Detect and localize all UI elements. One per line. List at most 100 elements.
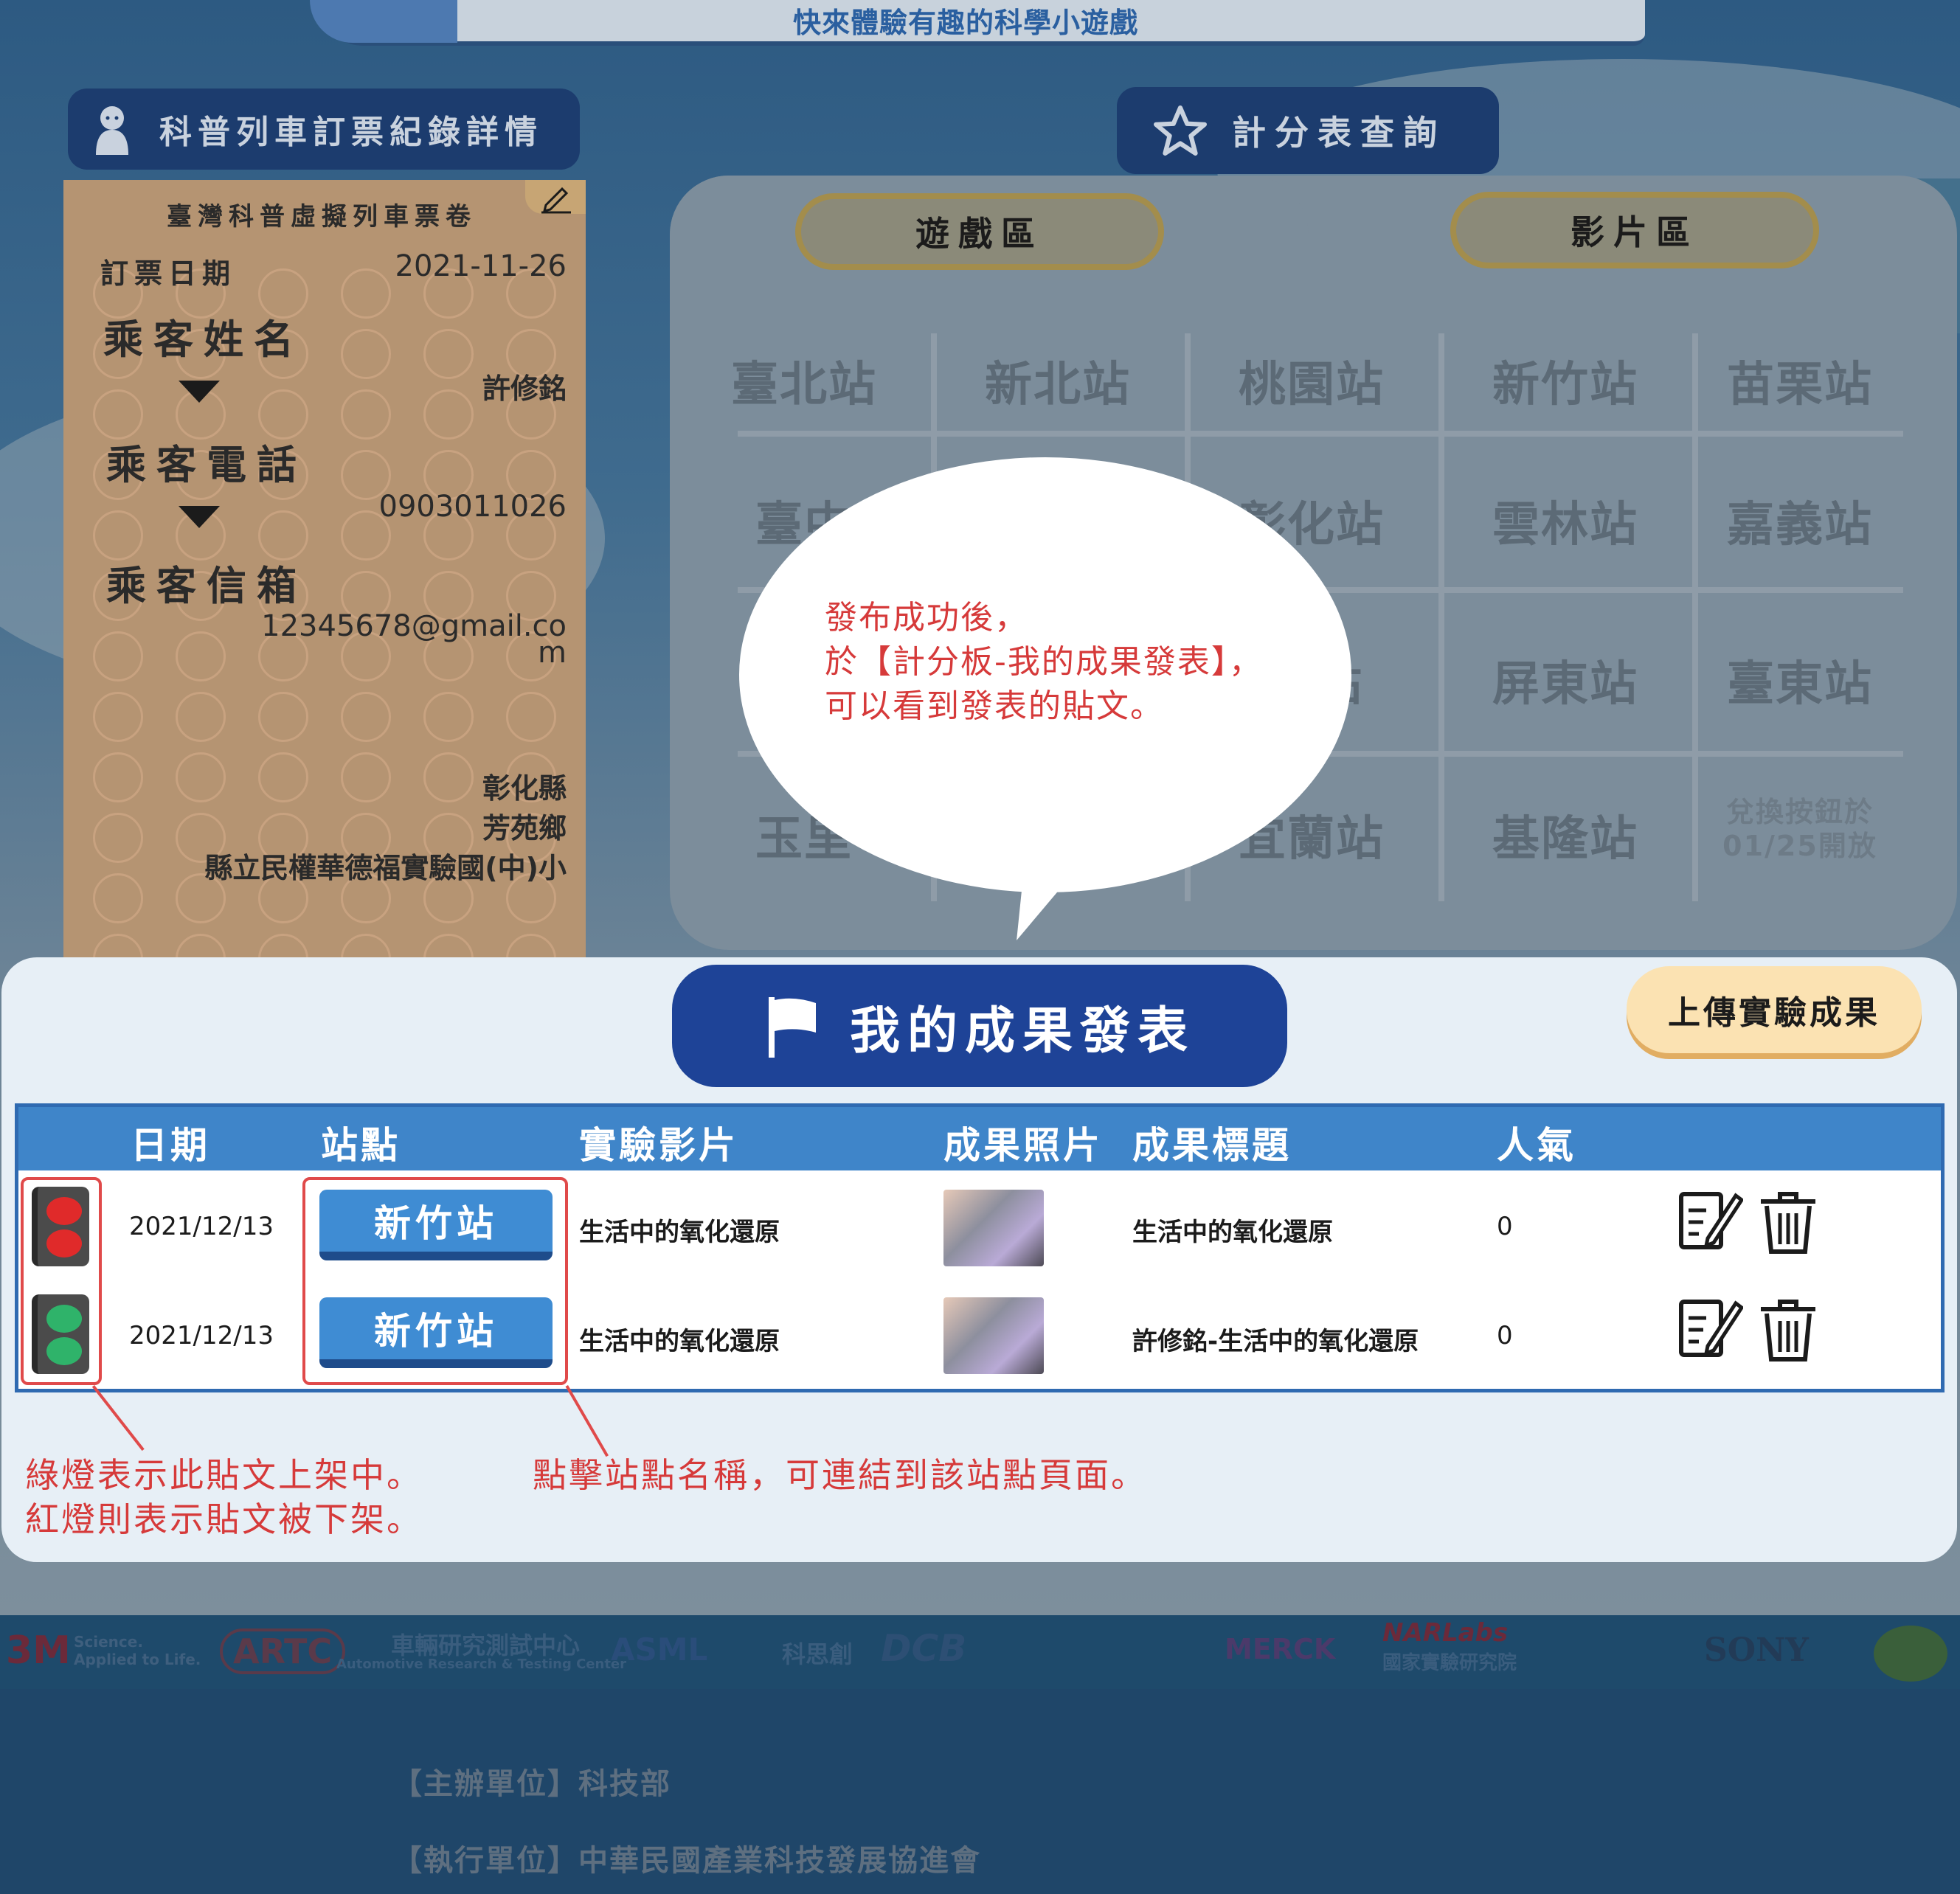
emblem-logo	[1874, 1626, 1947, 1682]
ticket-pattern-circle	[423, 389, 474, 440]
logo-sony: SONY	[1704, 1631, 1809, 1669]
logo-3m: 3M	[6, 1628, 71, 1673]
ticket-pattern-circle	[341, 752, 391, 802]
ticket-pattern-circle	[93, 813, 143, 863]
station-yunlin[interactable]: 雲林站	[1447, 487, 1683, 555]
light-note-line: 綠燈表示此貼文上架中。	[25, 1455, 423, 1495]
ticket-pattern-circle	[258, 934, 308, 957]
row-video[interactable]: 生活中的氧化還原	[579, 1321, 780, 1357]
table-header: 日期 站點 實驗影片 成果照片 成果標題 人氣	[18, 1107, 1941, 1170]
booking-date-label: 訂票日期	[100, 257, 237, 290]
booking-record-button[interactable]: 科普列車訂票紀錄詳情	[68, 89, 580, 170]
bubble-line: 於【計分板-我的成果發表】，	[825, 643, 1263, 681]
row-title: 生活中的氧化還原	[1132, 1218, 1333, 1247]
passenger-icon	[96, 106, 128, 155]
station-keelung[interactable]: 基隆站	[1447, 801, 1683, 869]
passenger-phone-value: 0903011026	[378, 490, 567, 524]
edit-icon[interactable]	[1677, 1187, 1743, 1253]
tab-video[interactable]: 影片區	[1450, 192, 1819, 268]
bubble-line: 可以看到發表的貼文。	[825, 687, 1164, 725]
ticket-pattern-circle	[341, 329, 391, 379]
station-taitung[interactable]: 臺東站	[1682, 646, 1918, 714]
logo-kesichuang: 科思創	[782, 1640, 853, 1668]
township-value: 芳苑鄉	[482, 812, 567, 844]
result-photo-thumbnail[interactable]	[943, 1297, 1044, 1374]
ticket-pattern-circle	[258, 692, 308, 742]
ticket-pattern-circle	[341, 692, 391, 742]
logo-asml: ASML	[611, 1631, 708, 1668]
light-note-line: 紅燈則表示貼文被下架。	[25, 1499, 423, 1539]
column-photo: 成果照片	[943, 1124, 1103, 1167]
ticket-pattern-circle	[93, 631, 143, 681]
station-taoyuan[interactable]: 桃園站	[1194, 347, 1430, 414]
ticket-title: 臺灣科普虛擬列車票卷	[167, 202, 477, 232]
station-new-taipei[interactable]: 新北站	[940, 347, 1176, 414]
ticket-pattern-circle	[423, 692, 474, 742]
ticket-pattern-circle	[423, 329, 474, 379]
result-photo-thumbnail[interactable]	[943, 1190, 1044, 1266]
logo-dcb: DCB	[881, 1627, 967, 1670]
tab-game[interactable]: 遊戲區	[795, 193, 1164, 270]
train-nose	[310, 0, 457, 43]
station-chiayi[interactable]: 嘉義站	[1682, 487, 1918, 555]
grid-line	[1438, 333, 1444, 901]
logo-merck: MERCK	[1225, 1633, 1336, 1665]
school-value: 縣立民權華德福實驗國(中)小	[204, 852, 567, 884]
passenger-email-label: 乘客信箱	[106, 563, 307, 609]
county-value: 彰化縣	[482, 772, 567, 805]
ticket-pattern-circle	[341, 389, 391, 440]
logo-3m-tagline1: Science.	[74, 1633, 143, 1651]
trash-icon[interactable]	[1755, 1296, 1821, 1362]
passenger-email-value-line2: m	[538, 636, 567, 670]
star-icon	[1154, 105, 1207, 156]
column-video: 實驗影片	[579, 1124, 738, 1167]
annotation-box-stations	[302, 1177, 568, 1385]
ticket-pattern-circle	[506, 934, 556, 957]
ticket-pattern-circle	[176, 692, 226, 742]
logo-3m-tagline2: Applied to Life.	[74, 1651, 201, 1668]
station-hsinchu[interactable]: 新竹站	[1447, 347, 1683, 414]
row-popularity: 0	[1497, 1321, 1513, 1350]
redeem-locked-line2: 01/25開放	[1722, 830, 1877, 862]
ticket-pattern-circle	[93, 752, 143, 802]
station-miaoli[interactable]: 苗栗站	[1682, 347, 1918, 414]
ticket-pattern-circle	[258, 752, 308, 802]
column-date: 日期	[131, 1124, 210, 1167]
grid-line	[738, 431, 1903, 437]
score-query-button[interactable]: 計分表查詢	[1117, 87, 1499, 174]
passenger-phone-label: 乘客電話	[106, 442, 307, 488]
ticket-card: 臺灣科普虛擬列車票卷 訂票日期 2021-11-26 乘客姓名 許修銘 乘客電話…	[63, 180, 586, 962]
passenger-name-label: 乘客姓名	[103, 316, 304, 363]
column-popularity: 人氣	[1497, 1124, 1576, 1167]
upload-results-button[interactable]: 上傳實驗成果	[1627, 966, 1922, 1053]
ticket-pattern-circle	[176, 934, 226, 957]
ticket-pattern-circle	[423, 934, 474, 957]
ticket-pattern-circle	[506, 692, 556, 742]
score-query-label: 計分表查詢	[1232, 113, 1446, 153]
trash-icon[interactable]	[1755, 1188, 1821, 1255]
ticket-pattern-circle	[423, 752, 474, 802]
station-pingtung[interactable]: 屏東站	[1447, 646, 1683, 714]
logo-narlabs-cn: 國家實驗研究院	[1382, 1652, 1517, 1674]
row-date: 2021/12/13	[129, 1212, 274, 1241]
edit-icon[interactable]	[1677, 1294, 1743, 1361]
booking-record-label: 科普列車訂票紀錄詳情	[159, 114, 543, 151]
row-video[interactable]: 生活中的氧化還原	[579, 1212, 780, 1248]
arrow-down-icon	[179, 381, 220, 403]
passenger-email-value-line1: 12345678@gmail.co	[261, 609, 567, 643]
logo-narlabs: NARLabs	[1382, 1618, 1509, 1648]
edit-pencil-icon[interactable]	[525, 180, 586, 214]
logo-artc: ARTC	[220, 1628, 346, 1674]
row-date: 2021/12/13	[129, 1321, 274, 1350]
station-taipei[interactable]: 臺北站	[686, 347, 922, 414]
ticket-pattern-circle	[93, 873, 143, 923]
redeem-locked-line1: 兌換按鈕於	[1725, 796, 1874, 828]
ticket-pattern-circle	[176, 752, 226, 802]
row-popularity: 0	[1497, 1212, 1513, 1241]
light-note: 綠燈表示此貼文上架中。 紅燈則表示貼文被下架。	[25, 1453, 423, 1541]
flag-icon	[768, 997, 816, 1058]
annotation-box-lights	[21, 1177, 102, 1385]
booking-date-value: 2021-11-26	[395, 249, 567, 283]
my-results-button[interactable]: 我的成果發表	[672, 965, 1287, 1087]
my-results-label: 我的成果發表	[849, 1002, 1195, 1061]
